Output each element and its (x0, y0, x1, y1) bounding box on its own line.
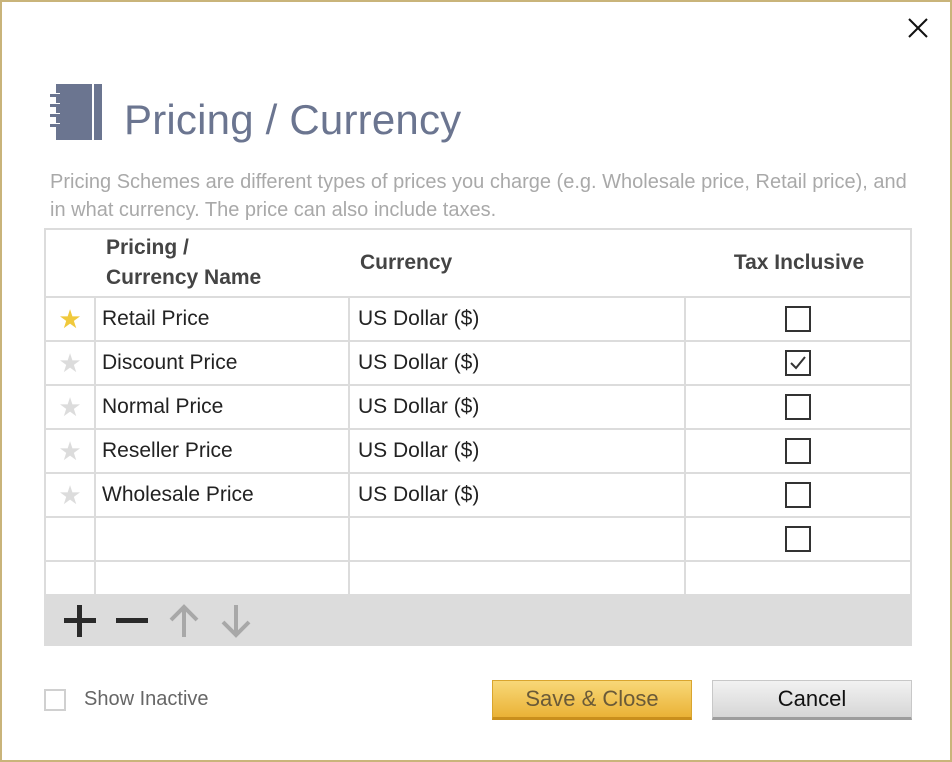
column-header-name-line2: Currency Name (106, 266, 262, 289)
add-row-button[interactable] (54, 599, 106, 643)
table-body: ★ Retail Price US Dollar ($) ★ Discount Pric… (46, 298, 910, 562)
column-header-name-line1: Pricing / (106, 236, 189, 259)
star-cell: ★ (46, 342, 96, 384)
table-row[interactable]: ★ Normal Price US Dollar ($) (46, 386, 910, 430)
check-icon (790, 356, 806, 370)
table-row[interactable]: ★ Discount Price US Dollar ($) (46, 342, 910, 386)
star-cell: ★ (46, 386, 96, 428)
table-header: Pricing / Currency Name Currency Tax Inc… (46, 230, 910, 298)
default-star-icon[interactable]: ★ (58, 306, 81, 332)
show-inactive-toggle[interactable]: Show Inactive (44, 688, 209, 711)
table-row[interactable]: ★ Retail Price US Dollar ($) (46, 298, 910, 342)
star-icon[interactable]: ★ (58, 350, 81, 376)
star-cell: ★ (46, 474, 96, 516)
name-cell[interactable]: Discount Price (96, 342, 350, 384)
name-cell[interactable]: Retail Price (96, 298, 350, 340)
star-cell: ★ (46, 298, 96, 340)
currency-cell[interactable]: US Dollar ($) (350, 386, 686, 428)
column-header-tax-inclusive[interactable]: Tax Inclusive (686, 230, 912, 296)
currency-cell[interactable]: US Dollar ($) (350, 474, 686, 516)
table-row[interactable]: ★ Reseller Price US Dollar ($) (46, 430, 910, 474)
currency-cell[interactable] (350, 518, 686, 560)
star-icon[interactable]: ★ (58, 438, 81, 464)
show-inactive-checkbox[interactable] (44, 688, 66, 711)
show-inactive-label: Show Inactive (84, 688, 209, 710)
tax-cell (686, 342, 910, 384)
close-icon (908, 18, 928, 38)
name-cell[interactable]: Reseller Price (96, 430, 350, 472)
currency-cell[interactable]: US Dollar ($) (350, 430, 686, 472)
tax-inclusive-checkbox[interactable] (785, 306, 811, 332)
arrow-up-icon (169, 604, 199, 637)
notebook-icon (50, 84, 102, 140)
description-text: Pricing Schemes are different types of p… (50, 171, 907, 221)
currency-cell[interactable]: US Dollar ($) (350, 298, 686, 340)
arrow-down-icon (221, 605, 251, 638)
move-down-button[interactable] (210, 599, 262, 643)
star-icon[interactable]: ★ (58, 394, 81, 420)
star-cell (46, 518, 96, 560)
star-icon[interactable]: ★ (58, 482, 81, 508)
tax-cell (686, 518, 910, 560)
table-row[interactable]: ★ Wholesale Price US Dollar ($) (46, 474, 910, 518)
remove-row-button[interactable] (106, 599, 158, 643)
tax-inclusive-checkbox[interactable] (785, 394, 811, 420)
pricing-table: Pricing / Currency Name Currency Tax Inc… (44, 228, 912, 596)
tax-cell (686, 474, 910, 516)
table-toolbar (44, 596, 912, 646)
plus-icon (64, 605, 96, 637)
table-row-empty[interactable] (46, 562, 910, 594)
move-up-button[interactable] (158, 599, 210, 643)
currency-cell[interactable]: US Dollar ($) (350, 342, 686, 384)
cancel-button[interactable]: Cancel (712, 680, 912, 720)
name-cell[interactable]: Wholesale Price (96, 474, 350, 516)
minus-icon (116, 618, 148, 623)
star-cell: ★ (46, 430, 96, 472)
page-title: Pricing / Currency (124, 96, 462, 143)
dialog-window: Pricing / Currency Pricing Schemes are d… (0, 0, 952, 762)
name-cell[interactable] (96, 562, 350, 594)
tax-inclusive-checkbox[interactable] (785, 438, 811, 464)
close-button[interactable] (902, 12, 934, 44)
tax-inclusive-checkbox[interactable] (785, 526, 811, 552)
name-cell[interactable] (96, 518, 350, 560)
column-header-currency[interactable]: Currency (360, 230, 660, 296)
star-cell (46, 562, 96, 594)
tax-inclusive-checkbox[interactable] (785, 350, 811, 376)
table-row-new[interactable] (46, 518, 910, 562)
tax-inclusive-checkbox[interactable] (785, 482, 811, 508)
currency-cell[interactable] (350, 562, 686, 594)
tax-cell (686, 298, 910, 340)
name-cell[interactable]: Normal Price (96, 386, 350, 428)
tax-cell (686, 386, 910, 428)
tax-cell (686, 430, 910, 472)
column-header-name[interactable]: Pricing / Currency Name (106, 230, 346, 296)
tax-cell (686, 562, 910, 594)
save-close-button[interactable]: Save & Close (492, 680, 692, 720)
